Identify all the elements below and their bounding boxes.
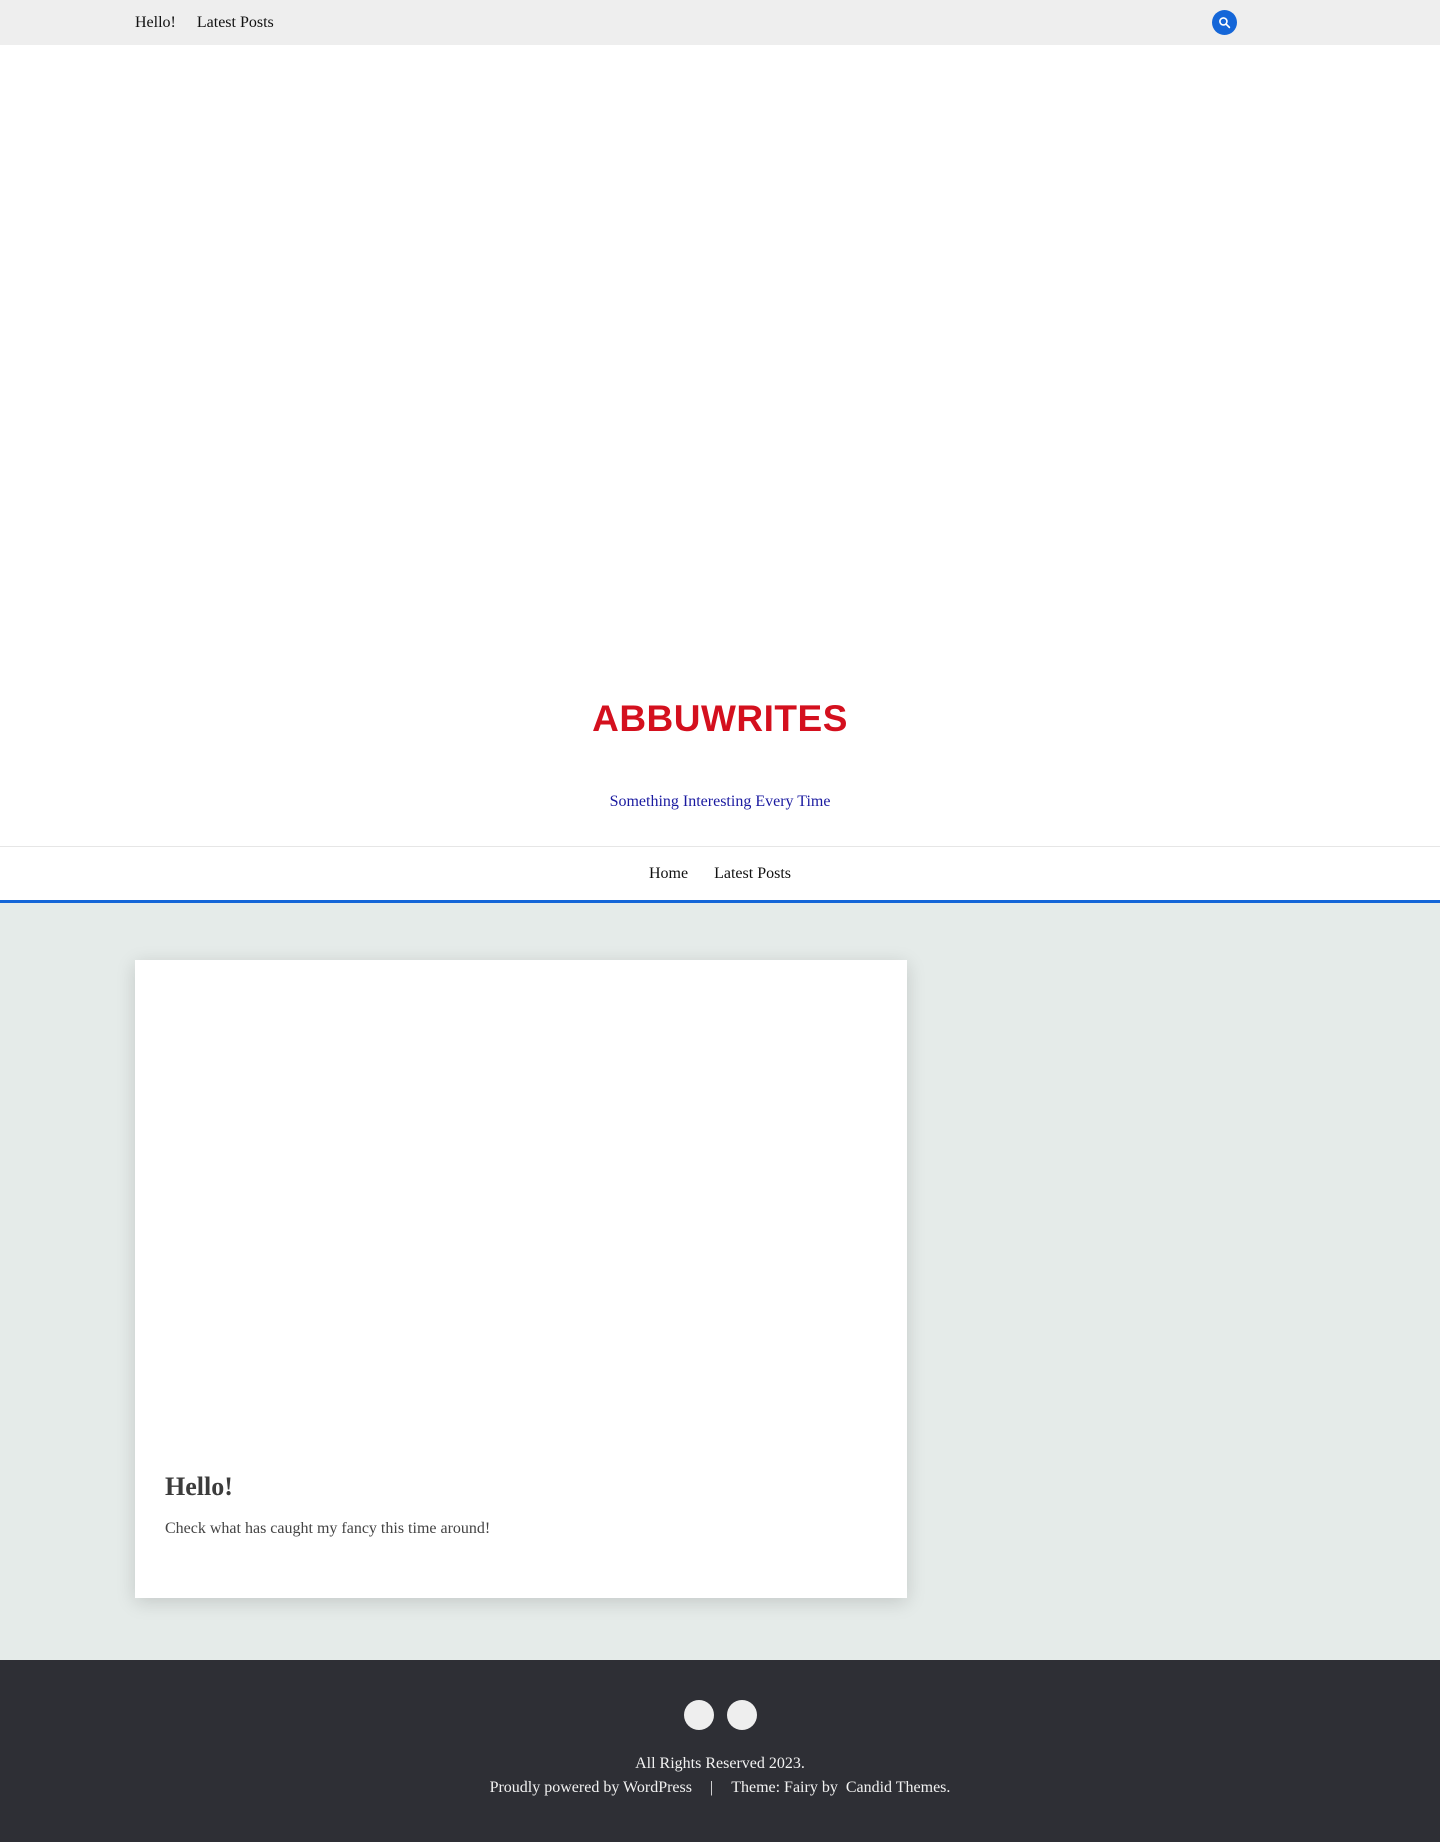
post-featured-image[interactable] <box>135 960 907 1455</box>
wordpress-link[interactable]: Proudly powered by WordPress <box>490 1779 692 1796</box>
theme-author-link[interactable]: Candid Themes. <box>846 1779 951 1796</box>
social-icon[interactable] <box>683 1700 714 1730</box>
main-nav: Home Latest Posts <box>0 846 1440 903</box>
header-banner <box>0 45 1440 722</box>
top-nav-latest-posts[interactable]: Latest Posts <box>197 14 274 32</box>
post-excerpt: Check what has caught my fancy this time… <box>165 1520 491 1537</box>
search-icon <box>1219 17 1231 29</box>
footer-separator: | <box>709 1779 714 1796</box>
copyright-text: All Rights Reserved 2023. <box>635 1755 805 1772</box>
search-button[interactable] <box>1212 10 1237 35</box>
footer: All Rights Reserved 2023. Proudly powere… <box>0 1660 1440 1842</box>
site-tagline: Something Interesting Every Time <box>609 793 831 810</box>
post-card: Hello! Check what has caught my fancy th… <box>135 960 907 1598</box>
social-icon[interactable] <box>726 1700 757 1730</box>
social-links <box>0 1700 1440 1730</box>
content-area: Hello! Check what has caught my fancy th… <box>0 903 1440 1660</box>
main-nav-home[interactable]: Home <box>649 865 688 883</box>
post-title[interactable]: Hello! <box>165 1472 233 1502</box>
top-nav-hello[interactable]: Hello! <box>135 14 176 32</box>
site-title[interactable]: ABBUWRITES <box>0 700 1440 737</box>
powered-by: Proudly powered by WordPress | Theme: Fair… <box>0 1779 1440 1797</box>
top-bar: Hello! Latest Posts <box>0 0 1440 45</box>
main-nav-latest-posts[interactable]: Latest Posts <box>714 865 791 883</box>
theme-label: Theme: Fairy by <box>731 1779 838 1796</box>
top-nav: Hello! Latest Posts <box>135 0 274 45</box>
